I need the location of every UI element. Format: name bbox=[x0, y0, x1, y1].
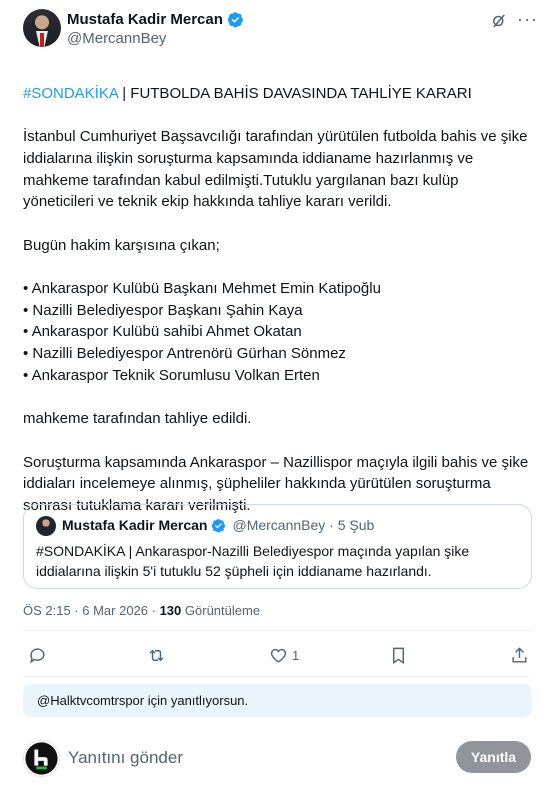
list-item: • Nazilli Belediyespor Antrenörü Gürhan … bbox=[23, 345, 346, 363]
quoted-author-name-text: Mustafa Kadir Mercan bbox=[62, 517, 208, 533]
verified-badge-icon bbox=[227, 12, 243, 28]
views-label: Görüntüleme bbox=[181, 603, 261, 618]
quoted-post[interactable]: Mustafa Kadir Mercan @MercannBey · 5 Şub… bbox=[23, 504, 532, 589]
author-avatar[interactable] bbox=[23, 9, 61, 47]
post-timestamp: ÖS 2:15 · 6 Mar 2026 · 130 Görüntüleme bbox=[23, 603, 260, 618]
author-handle[interactable]: @MercannBey bbox=[67, 30, 166, 47]
headline-text: | FUTBOLDA BAHİS DAVASINDA TAHLİYE KARAR… bbox=[118, 84, 472, 102]
repost-action[interactable] bbox=[147, 646, 166, 665]
share-action[interactable] bbox=[510, 646, 529, 665]
heart-icon bbox=[270, 648, 287, 663]
timestamp-text[interactable]: ÖS 2:15 · 6 Mar 2026 · bbox=[23, 603, 160, 618]
like-action[interactable]: 1 bbox=[269, 646, 299, 665]
hashtag-link[interactable]: #SONDAKİKA bbox=[23, 85, 118, 102]
post-outcome: mahkeme tarafından tahliye edildi. bbox=[23, 410, 252, 428]
post-paragraph-1: İstanbul Cumhuriyet Başsavcılığı tarafın… bbox=[23, 128, 528, 211]
reply-submit-button[interactable]: Yanıtla bbox=[456, 741, 531, 773]
repost-icon bbox=[149, 649, 164, 662]
divider bbox=[23, 630, 533, 631]
quoted-meta: @MercannBey · 5 Şub bbox=[232, 517, 375, 533]
verified-badge-icon bbox=[212, 518, 226, 532]
quoted-author-name: Mustafa Kadir Mercan @MercannBey · 5 Şub bbox=[62, 517, 374, 533]
list-item: • Ankaraspor Kulübü Başkanı Mehmet Emin … bbox=[23, 279, 381, 297]
halktv-logo-icon bbox=[25, 742, 58, 775]
action-bar: 1 bbox=[23, 646, 533, 666]
quoted-text: #SONDAKİKA | Ankaraspor-Nazilli Belediye… bbox=[36, 543, 470, 579]
bullet-list: • Ankaraspor Kulübü Başkanı Mehmet Emin … bbox=[23, 278, 533, 387]
share-icon bbox=[512, 647, 527, 663]
replying-to-banner: @Halktvcomtrspor için yanıtlıyorsun. bbox=[23, 684, 532, 717]
views-count: 130 bbox=[159, 603, 182, 618]
list-item: • Ankaraspor Kulübü sahibi Ahmet Okatan bbox=[23, 323, 302, 341]
author-name[interactable]: Mustafa Kadir Mercan bbox=[67, 11, 244, 28]
list-item: • Nazilli Belediyespor Başkanı Şahin Kay… bbox=[23, 301, 303, 319]
bookmark-icon bbox=[393, 647, 404, 664]
list-item: • Ankaraspor Teknik Sorumlusu Volkan Ert… bbox=[23, 366, 320, 384]
divider bbox=[23, 676, 533, 677]
post-body: #SONDAKİKA | FUTBOLDA BAHİS DAVASINDA TA… bbox=[23, 61, 533, 517]
more-options-icon[interactable]: ··· bbox=[517, 10, 538, 28]
author-name-text[interactable]: Mustafa Kadir Mercan bbox=[67, 11, 223, 28]
like-count: 1 bbox=[292, 648, 300, 663]
reply-input[interactable]: Yanıtını gönder bbox=[68, 748, 183, 768]
post-headline: #SONDAKİKA | FUTBOLDA BAHİS DAVASINDA TA… bbox=[23, 61, 533, 104]
grok-icon[interactable] bbox=[490, 12, 508, 30]
reply-action[interactable] bbox=[28, 646, 47, 665]
reply-avatar bbox=[23, 740, 60, 777]
quoted-author-avatar bbox=[36, 516, 56, 536]
bookmark-action[interactable] bbox=[389, 646, 408, 665]
reply-icon bbox=[29, 648, 45, 664]
post-intro: Bugün hakim karşısına çıkan; bbox=[23, 236, 220, 254]
